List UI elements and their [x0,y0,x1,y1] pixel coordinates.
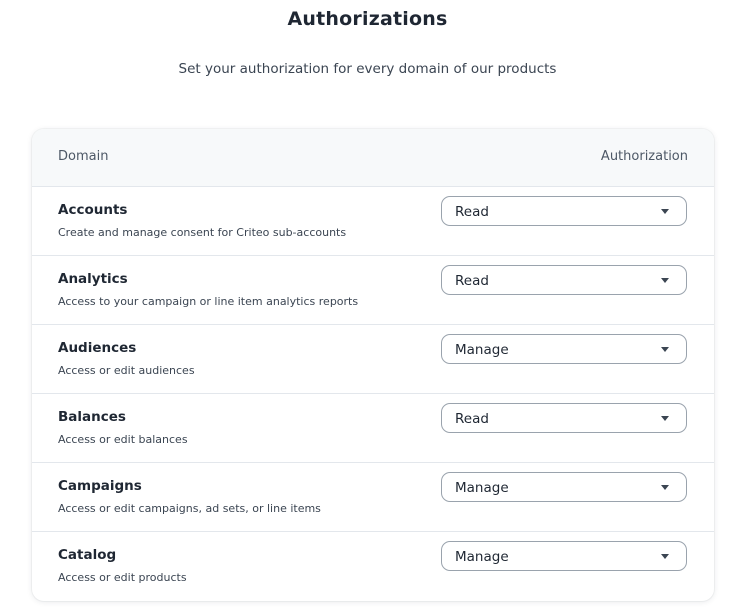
chevron-down-icon [661,416,669,421]
authorization-value: Manage [455,549,509,565]
authorization-value: Read [455,204,489,220]
authorization-select-audiences[interactable]: Manage [441,334,687,364]
domain-name: Audiences [58,340,137,356]
table-row-balances: Balances Access or edit balances Read [32,394,714,463]
page-title: Authorizations [287,8,448,30]
chevron-down-icon [661,554,669,559]
domain-description: Access or edit products [58,571,187,584]
page-subtitle: Set your authorization for every domain … [178,61,557,77]
table-row-analytics: Analytics Access to your campaign or lin… [32,256,714,325]
table-row-audiences: Audiences Access or edit audiences Manag… [32,325,714,394]
chevron-down-icon [661,485,669,490]
domain-description: Access to your campaign or line item ana… [58,295,359,308]
authorization-select-analytics[interactable]: Read [441,265,687,295]
authorization-select-catalog[interactable]: Manage [441,541,687,571]
domain-name: Accounts [58,202,128,218]
authorization-value: Manage [455,480,509,496]
table-row-campaigns: Campaigns Access or edit campaigns, ad s… [32,463,714,532]
column-header-domain: Domain [58,149,109,164]
domain-description: Create and manage consent for Criteo sub… [58,226,347,239]
domain-name: Analytics [58,271,128,287]
table-header: Domain Authorization [32,129,714,187]
authorizations-table: Domain Authorization Accounts Create and… [32,129,714,601]
domain-description: Access or edit audiences [58,364,195,377]
domain-description: Access or edit campaigns, ad sets, or li… [58,502,321,515]
authorization-value: Read [455,273,489,289]
domain-description: Access or edit balances [58,433,188,446]
authorization-select-accounts[interactable]: Read [441,196,687,226]
chevron-down-icon [661,209,669,214]
authorization-select-campaigns[interactable]: Manage [441,472,687,502]
table-row-catalog: Catalog Access or edit products Manage [32,532,714,600]
column-header-authorization: Authorization [600,149,688,164]
authorization-value: Manage [455,342,509,358]
domain-name: Catalog [58,547,117,563]
domain-name: Campaigns [58,478,142,494]
chevron-down-icon [661,347,669,352]
authorizations-page: Authorizations Set your authorization fo… [0,0,735,615]
authorization-select-balances[interactable]: Read [441,403,687,433]
table-row-accounts: Accounts Create and manage consent for C… [32,187,714,256]
domain-name: Balances [58,409,126,425]
authorization-value: Read [455,411,489,427]
chevron-down-icon [661,278,669,283]
